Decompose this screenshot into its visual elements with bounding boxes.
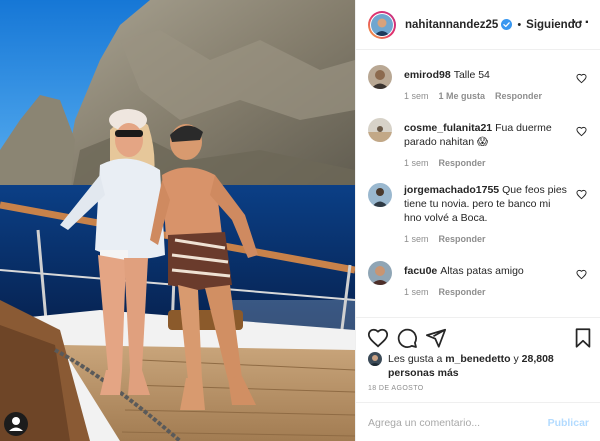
likes-conjunction: y (513, 353, 519, 365)
reply-button[interactable]: Responder (439, 287, 486, 297)
header-separator: • (517, 18, 522, 31)
bookmark-icon[interactable] (572, 327, 594, 349)
post-header: nahitannandez25 • Siguiendo ··· (356, 0, 600, 50)
verified-badge-icon (501, 19, 513, 30)
comment-bubble-icon[interactable] (396, 327, 418, 349)
comment-input[interactable] (368, 415, 538, 431)
paper-plane-icon[interactable] (425, 327, 447, 349)
comment-heart-icon[interactable] (576, 189, 587, 200)
reply-button[interactable]: Responder (439, 158, 486, 168)
reply-button[interactable]: Responder (439, 234, 486, 244)
comments-list[interactable]: emirod98 Talle 54 1 sem 1 Me gusta Responde… (356, 51, 600, 316)
post-photo-illustration (0, 0, 355, 441)
comment-username[interactable]: facu0e (404, 265, 437, 277)
likes-summary: Les gusta a m_benedetto y 28,808 persona… (368, 352, 593, 380)
likes-prefix: Les gusta a (388, 353, 443, 365)
comment-body: cosme_fulanita21 Fua duerme parado nahita… (404, 121, 569, 149)
owner-avatar[interactable] (368, 10, 396, 39)
comment-body: jorgemachado1755 Que feos pies tiene tu n… (404, 183, 569, 225)
comment-time[interactable]: 1 sem (404, 158, 429, 168)
comment-username[interactable]: emirod98 (404, 69, 451, 81)
comment-heart-icon[interactable] (576, 126, 587, 137)
comment-composer: Publicar (356, 402, 600, 441)
liker-avatar[interactable] (368, 352, 382, 366)
commenter-avatar[interactable] (368, 183, 392, 207)
post-date[interactable]: 18 DE AGOSTO (368, 385, 424, 392)
comment-meta: 1 sem Responder (404, 287, 496, 297)
commenter-avatar[interactable] (368, 118, 392, 142)
post-actions-bar (356, 317, 600, 357)
comment-heart-icon[interactable] (576, 73, 587, 84)
post-sidebar: nahitannandez25 • Siguiendo ··· emirod98… (355, 0, 600, 441)
comment-likes[interactable]: 1 Me gusta (439, 91, 486, 101)
comment-time[interactable]: 1 sem (404, 91, 429, 101)
owner-username[interactable]: nahitannandez25 (405, 19, 498, 31)
post-photo[interactable] (0, 0, 355, 441)
more-options-icon[interactable]: ··· (572, 15, 591, 31)
reply-button[interactable]: Responder (495, 91, 542, 101)
comment-heart-icon[interactable] (576, 269, 587, 280)
comment-time[interactable]: 1 sem (404, 287, 429, 297)
comment-meta: 1 sem Responder (404, 234, 496, 244)
publish-button[interactable]: Publicar (548, 417, 589, 429)
comment-meta: 1 sem 1 Me gusta Responder (404, 91, 552, 101)
liker-username[interactable]: m_benedetto (445, 353, 510, 365)
comment-text: Altas patas amigo (440, 265, 524, 277)
owner-avatar-image (371, 13, 393, 36)
comment-text: Talle 54 (453, 69, 490, 81)
comment-time[interactable]: 1 sem (404, 234, 429, 244)
comment-username[interactable]: jorgemachado1755 (404, 184, 499, 196)
comment-body: facu0e Altas patas amigo (404, 264, 569, 278)
comment-body: emirod98 Talle 54 (404, 68, 569, 82)
heart-icon[interactable] (367, 327, 389, 349)
commenter-avatar[interactable] (368, 261, 392, 285)
commenter-avatar[interactable] (368, 65, 392, 89)
comment-meta: 1 sem Responder (404, 158, 496, 168)
comment-username[interactable]: cosme_fulanita21 (404, 122, 492, 134)
